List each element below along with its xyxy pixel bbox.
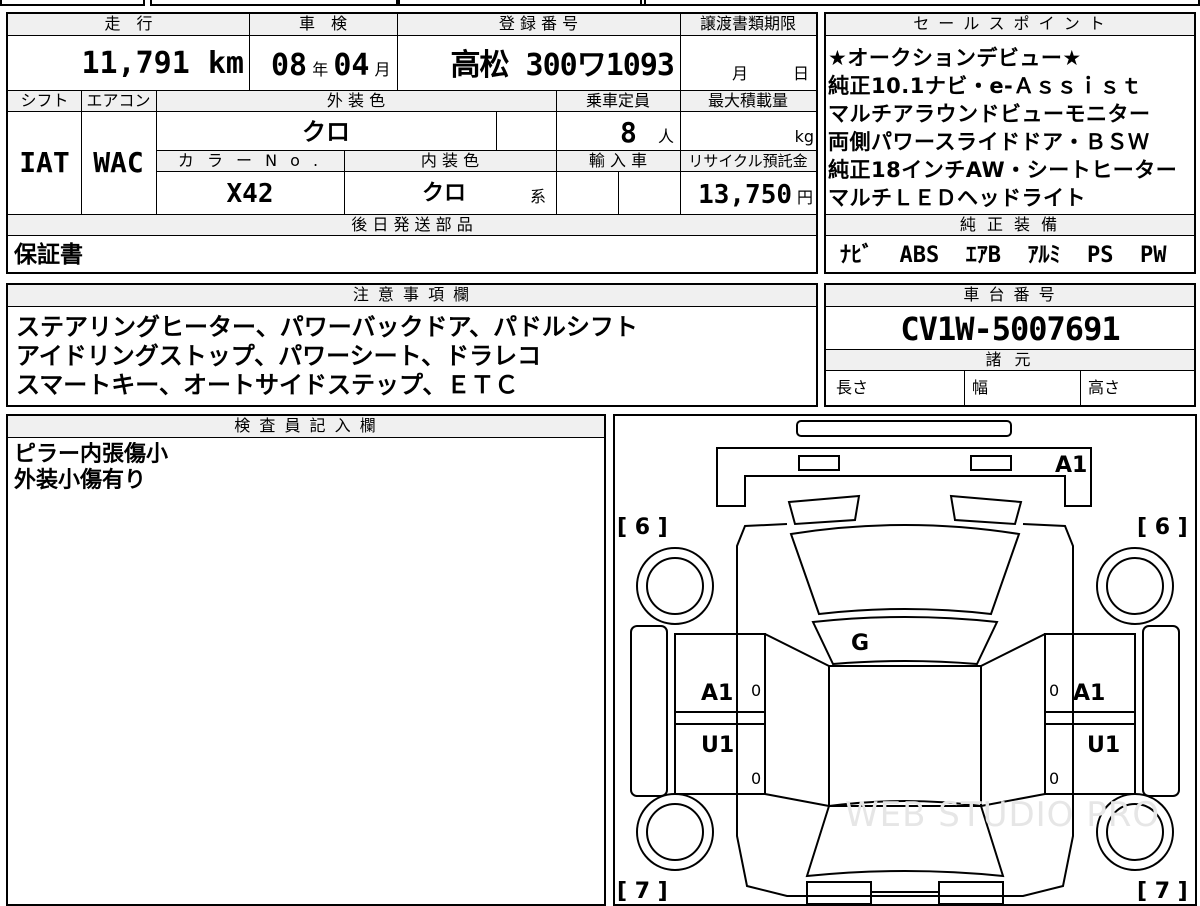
interior-color-label: 内 装 色 (344, 150, 556, 172)
equipment-item: ｴｱB (965, 243, 1002, 268)
registration-value: 高松 300ワ1093 (450, 48, 676, 83)
sales-point-line: 純正18インチAW・シートヒーター (828, 158, 1178, 182)
note-line: ステアリングヒーター、パワーバックドア、パドルシフト (16, 313, 638, 341)
inspector-label: 検 査 員 記 入 欄 (8, 416, 604, 438)
interior-color-suffix: 系 (530, 187, 547, 206)
sales-point-line: マルチＬＥＤヘッドライト (828, 186, 1086, 210)
sales-points-panel: セ ー ル ス ポ イ ン ト ★オークションデビュー★ 純正10.1ナビ・e-… (824, 12, 1196, 274)
capacity-unit: 人 (658, 127, 675, 146)
inspection-date: 08 年 04 月 (249, 38, 397, 90)
max-load-label: 最大積載量 (680, 90, 816, 112)
recycle-label: リサイクル預託金 (680, 150, 816, 172)
top-strip-cell (0, 0, 145, 6)
aircon-value: WAC (93, 146, 144, 179)
later-parts-value: 保証書 (14, 242, 83, 268)
car-diagram-svg: A1 [ 6 ] [ 6 ] G A1 A1 U1 U1 [ 7 ] [ 7 ]… (617, 420, 1188, 905)
top-strip-cell (150, 0, 400, 6)
top-strip-cell (396, 0, 646, 6)
inspector-line: 外装小傷有り (14, 468, 147, 493)
transfer-deadline-value: 月 日 (680, 38, 816, 90)
import-label: 輸 入 車 (556, 150, 680, 172)
inspector-panel: 検 査 員 記 入 欄 ピラー内張傷小 外装小傷有り (6, 414, 606, 906)
exterior-color-label: 外 装 色 (156, 90, 556, 112)
inspection-year: 08 (271, 48, 308, 83)
capacity-label: 乗車定員 (556, 90, 680, 112)
equipment-item: ﾅﾋﾞ (840, 243, 874, 268)
chassis-number: CV1W-5007691 (900, 310, 1120, 348)
transfer-deadline-label: 譲渡書類期限 (680, 14, 816, 36)
capacity-value-cell: 8 人 (556, 112, 680, 150)
watermark: WEB STUDIO PRO (845, 795, 1160, 835)
inspection-month: 04 (333, 48, 370, 83)
interior-color-value: クロ (422, 181, 467, 206)
transfer-day-unit: 日 (793, 64, 810, 83)
import-cell-b (618, 172, 680, 214)
max-load-unit: kg (794, 127, 814, 146)
chassis-panel: 車 台 番 号 CV1W-5007691 諸 元 長さ 幅 高さ (824, 283, 1196, 407)
mark-right-front-door: A1 (1073, 681, 1105, 706)
import-cell-a (556, 172, 618, 214)
equipment-item: ｱﾙﾐ (1027, 243, 1061, 268)
mark-zero: 0 (1049, 769, 1059, 788)
equipment-list: ﾅﾋﾞ ABS ｴｱB ｱﾙﾐ PS PW (840, 238, 1190, 272)
sales-point-line: マルチアラウンドビューモニター (828, 102, 1151, 126)
mark-left-rear: [ 7 ] (617, 879, 668, 904)
mark-left-front-fender: [ 6 ] (617, 515, 668, 540)
later-parts-label: 後 日 発 送 部 品 (8, 214, 816, 236)
mark-right-front-fender: [ 6 ] (1137, 515, 1188, 540)
mark-zero: 0 (751, 769, 761, 788)
shift-value: IAT (19, 146, 70, 179)
top-strip-cell (640, 0, 1200, 6)
inspector-notes: ピラー内張傷小 外装小傷有り (14, 442, 594, 494)
car-diagram-panel: A1 [ 6 ] [ 6 ] G A1 A1 U1 U1 [ 7 ] [ 7 ]… (613, 414, 1197, 906)
mark-zero: 0 (751, 681, 761, 700)
main-info-table: 走 行 車 検 登 録 番 号 譲渡書類期限 11,791 km 08 年 04… (6, 12, 818, 274)
recycle-value: 13,750 (698, 180, 792, 210)
equipment-label: 純 正 装 備 (826, 214, 1194, 236)
note-line: スマートキー、オートサイドステップ、ＥＴＣ (16, 371, 519, 399)
shift-label: シフト (8, 90, 81, 112)
sales-point-line: ★オークションデビュー★ (828, 46, 1082, 70)
interior-color-cell: クロ 系 (344, 172, 556, 214)
color-no-label: カ ラ ー N o . (156, 150, 344, 172)
inspection-month-unit: 月 (374, 60, 391, 79)
equipment-item: PW (1140, 243, 1167, 268)
sales-point-line: 両側パワースライドドア・ＢＳＷ (828, 130, 1150, 154)
mark-left-rear-door: U1 (701, 733, 734, 758)
exterior-color-value: クロ (302, 118, 350, 146)
mark-right-rear-door: U1 (1087, 733, 1120, 758)
notes-label: 注 意 事 項 欄 (8, 285, 816, 307)
specs-label: 諸 元 (826, 349, 1194, 371)
aircon-label: エアコン (81, 90, 156, 112)
spec-height: 高さ (1088, 378, 1121, 397)
notes-list: ステアリングヒーター、パワーバックドア、パドルシフト アイドリングストップ、パワ… (16, 313, 811, 400)
registration-label: 登 録 番 号 (397, 14, 680, 36)
mark-rear-top: A1 (1055, 453, 1087, 478)
inspection-label: 車 検 (249, 14, 397, 36)
note-line: アイドリングストップ、パワーシート、ドラレコ (16, 342, 542, 370)
sales-points-list: ★オークションデビュー★ 純正10.1ナビ・e-Ａｓｓｉｓｔ マルチアラウンドビ… (828, 44, 1192, 212)
recycle-unit: 円 (796, 188, 813, 207)
sales-point-line: 純正10.1ナビ・e-Ａｓｓｉｓｔ (828, 74, 1143, 98)
mark-right-rear: [ 7 ] (1137, 879, 1188, 904)
mileage-label: 走 行 (8, 14, 249, 36)
spec-length: 長さ (836, 378, 869, 397)
exterior-color-extra (496, 112, 556, 150)
transfer-month-unit: 月 (732, 64, 749, 83)
inspector-line: ピラー内張傷小 (14, 442, 169, 467)
recycle-value-cell: 13,750 円 (680, 172, 816, 214)
equipment-item: ABS (899, 243, 940, 268)
capacity-value: 8 (620, 116, 637, 149)
mark-left-front-door: A1 (701, 681, 733, 706)
mark-roof: G (851, 631, 869, 656)
color-no-value: X42 (226, 179, 274, 209)
chassis-label: 車 台 番 号 (826, 285, 1194, 307)
spec-width: 幅 (972, 378, 989, 397)
mark-zero: 0 (1049, 681, 1059, 700)
inspection-year-unit: 年 (312, 60, 329, 79)
notes-panel: 注 意 事 項 欄 ステアリングヒーター、パワーバックドア、パドルシフト アイド… (6, 283, 818, 407)
sales-points-label: セ ー ル ス ポ イ ン ト (826, 14, 1194, 36)
mileage-value: 11,791 km (81, 46, 244, 81)
equipment-item: PS (1087, 243, 1114, 268)
